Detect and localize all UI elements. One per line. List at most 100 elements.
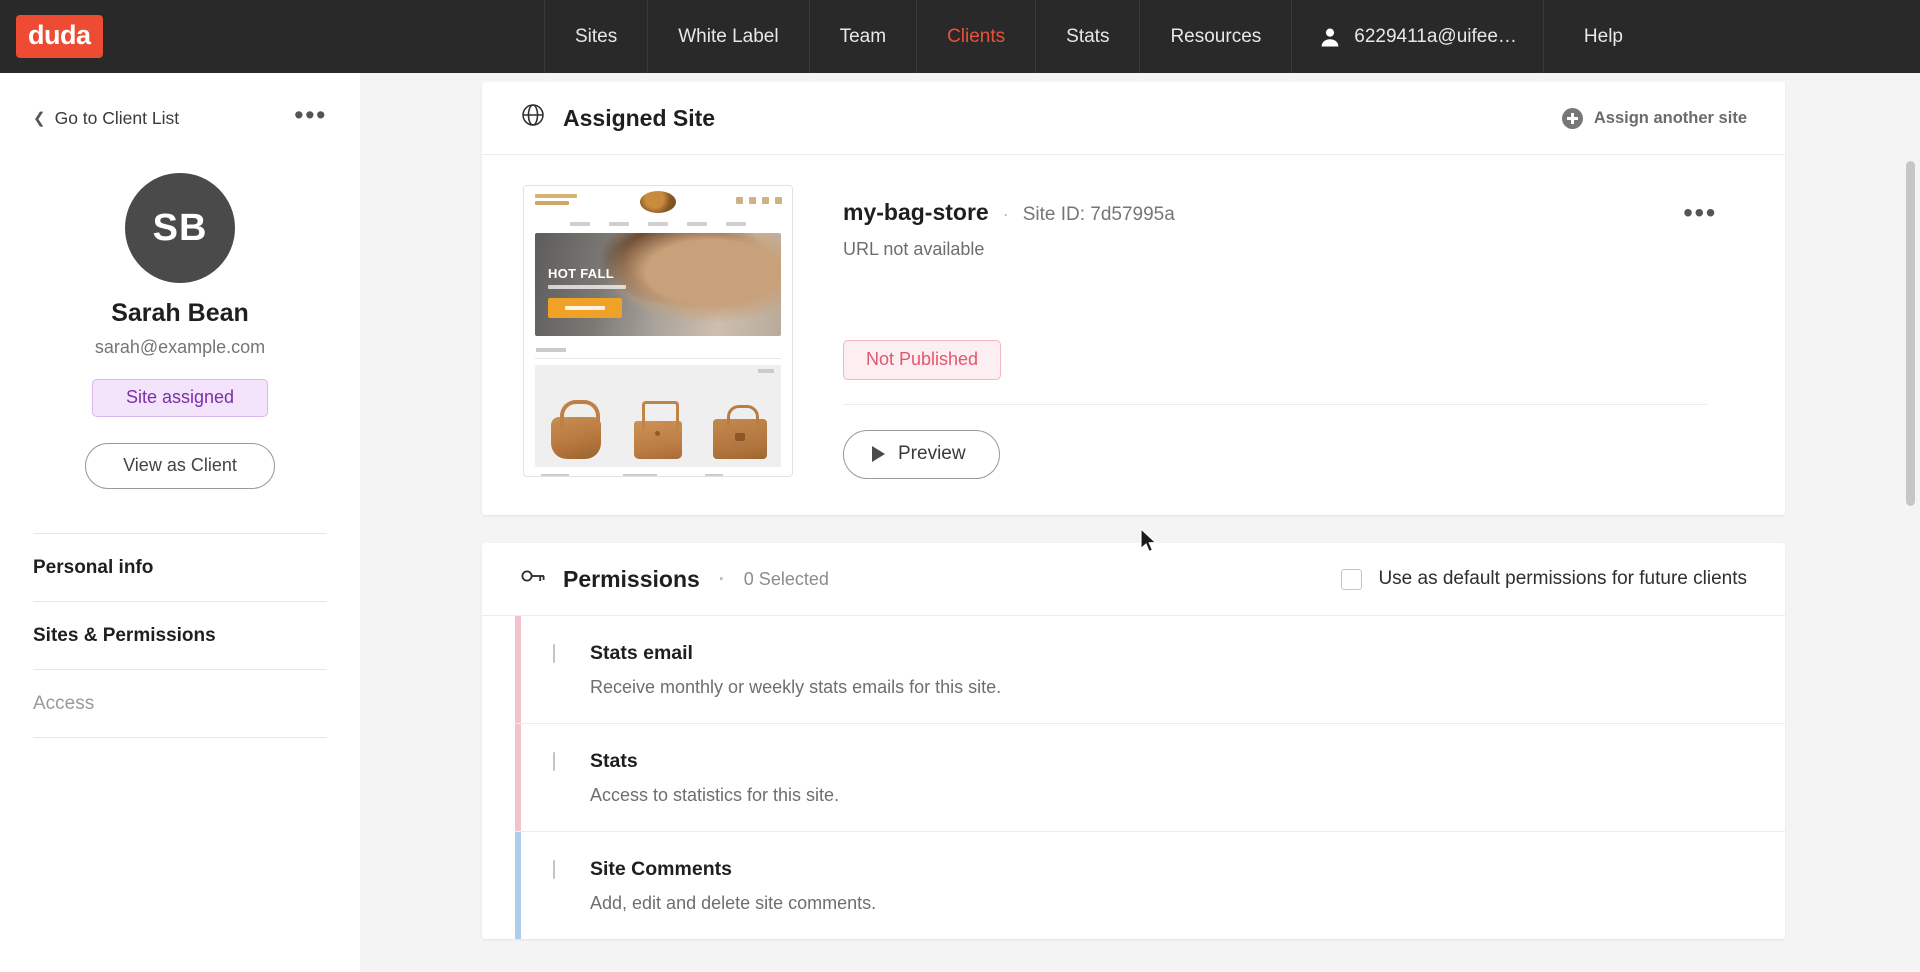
mini-caption-3 xyxy=(699,474,781,476)
publish-status-badge[interactable]: Not Published xyxy=(843,340,1002,380)
mini-product-2 xyxy=(617,377,699,459)
permission-row-stats-email[interactable]: Stats email Receive monthly or weekly st… xyxy=(515,616,1785,724)
site-id-label: Site ID: 7d57995a xyxy=(1022,204,1175,225)
permission-text: Stats email Receive monthly or weekly st… xyxy=(555,642,1001,698)
mini-product-1 xyxy=(535,377,617,459)
preview-button[interactable]: Preview xyxy=(843,430,1000,479)
plus-circle-icon xyxy=(1561,107,1583,129)
assigned-site-row: HOT FALL my-bag-store · Site ID: 7d57995… xyxy=(482,155,1785,515)
avatar-initials: SB xyxy=(152,206,208,249)
handbag-icon xyxy=(551,400,601,459)
permission-text: Stats Access to statistics for this site… xyxy=(555,750,839,806)
assign-another-site-button[interactable]: Assign another site xyxy=(1561,107,1747,129)
sidebar-item-sites-permissions[interactable]: Sites & Permissions xyxy=(33,601,327,669)
permission-title: Stats xyxy=(590,750,638,772)
site-thumbnail-preview: HOT FALL xyxy=(524,186,792,476)
site-details-divider xyxy=(843,404,1707,405)
mini-site-nav xyxy=(524,222,792,226)
key-icon xyxy=(520,565,546,593)
main-content: Assigned Site Assign another site HOT FA… xyxy=(360,73,1920,972)
page-title: Assigned Site xyxy=(563,104,716,131)
mini-hero-subtitle xyxy=(548,285,626,289)
permissions-selected-count: 0 Selected xyxy=(743,568,829,589)
sidebar-more-options-icon[interactable]: ••• xyxy=(294,102,327,129)
globe-icon xyxy=(520,102,546,134)
site-name-separator: · xyxy=(1002,204,1009,224)
go-to-client-list-link[interactable]: ❮ Go to Client List xyxy=(33,108,179,129)
assigned-site-card: Assigned Site Assign another site HOT FA… xyxy=(482,82,1785,515)
permission-description: Add, edit and delete site comments. xyxy=(590,893,877,913)
site-name: my-bag-store xyxy=(843,199,989,225)
satchel-bag-icon xyxy=(713,405,767,459)
nav-item-account[interactable]: 6229411a@uifee… xyxy=(1292,0,1544,73)
status-badge-site-assigned[interactable]: Site assigned xyxy=(92,379,268,417)
chevron-left-icon: ❮ xyxy=(33,110,46,127)
permission-row-stats[interactable]: Stats Access to statistics for this site… xyxy=(515,724,1785,832)
permissions-header: Permissions · 0 Selected Use as default … xyxy=(482,543,1785,616)
permissions-title: Permissions xyxy=(563,565,700,592)
play-icon xyxy=(872,446,885,462)
checkbox-icon[interactable] xyxy=(1341,568,1363,590)
brand-logo[interactable]: duda xyxy=(0,0,545,73)
mini-brand-emblem-icon xyxy=(640,191,676,213)
assigned-site-header-actions: Assign another site xyxy=(1561,107,1747,129)
top-navigation-bar: duda Sites White Label Team Clients Stat… xyxy=(0,0,1920,73)
row-accent-stripe xyxy=(515,724,521,831)
mini-hero-banner: HOT FALL xyxy=(535,233,781,336)
permission-title: Site Comments xyxy=(590,858,732,880)
permission-row-site-comments[interactable]: Site Comments Add, edit and delete site … xyxy=(515,832,1785,939)
permission-description: Receive monthly or weekly stats emails f… xyxy=(590,677,1002,697)
sidebar-item-access[interactable]: Access xyxy=(33,669,327,738)
mini-caption-2 xyxy=(617,474,699,476)
nav-item-stats[interactable]: Stats xyxy=(1036,0,1141,73)
duda-logo-text: duda xyxy=(16,15,103,58)
mini-site-header xyxy=(524,186,792,220)
nav-item-sites[interactable]: Sites xyxy=(545,0,649,73)
mini-logo-line-1 xyxy=(535,194,577,198)
mini-product-captions xyxy=(535,474,781,476)
nav-item-resources[interactable]: Resources xyxy=(1140,0,1293,73)
site-thumbnail[interactable]: HOT FALL xyxy=(523,185,793,477)
nav-item-clients[interactable]: Clients xyxy=(917,0,1037,73)
use-as-default-permissions-label: Use as default permissions for future cl… xyxy=(1378,568,1747,589)
permission-description: Access to statistics for this site. xyxy=(590,785,840,805)
sidebar-item-personal-info[interactable]: Personal info xyxy=(33,533,327,601)
preview-button-label: Preview xyxy=(898,443,966,464)
row-accent-stripe xyxy=(515,832,521,939)
client-sidebar: ❮ Go to Client List ••• SB Sarah Bean sa… xyxy=(0,73,360,972)
account-email-label: 6229411a@uifee… xyxy=(1354,25,1517,47)
mini-logo-line-2 xyxy=(535,201,569,205)
assigned-site-title-group: Assigned Site xyxy=(520,102,715,134)
permissions-title-separator: · xyxy=(718,568,725,589)
person-icon xyxy=(1318,25,1342,49)
mini-social-icons xyxy=(736,197,782,204)
row-accent-stripe xyxy=(515,616,521,723)
permissions-title-group: Permissions · 0 Selected xyxy=(520,565,829,593)
site-url-text: URL not available xyxy=(843,239,985,259)
go-to-client-list-label: Go to Client List xyxy=(54,108,180,128)
vertical-scrollbar-track[interactable] xyxy=(1904,73,1918,972)
nav-item-team[interactable]: Team xyxy=(810,0,918,73)
mini-divider xyxy=(535,358,781,359)
vertical-scrollbar-thumb[interactable] xyxy=(1906,161,1915,506)
use-as-default-permissions-checkbox[interactable]: Use as default permissions for future cl… xyxy=(1341,568,1747,590)
sidebar-menu: Personal info Sites & Permissions Access xyxy=(33,533,327,738)
mini-product-3 xyxy=(699,377,781,459)
nav-item-white-label[interactable]: White Label xyxy=(648,0,810,73)
tote-bag-icon xyxy=(634,401,682,459)
assign-another-site-label: Assign another site xyxy=(1593,108,1747,127)
permission-title: Stats email xyxy=(590,642,693,664)
permissions-list: Stats email Receive monthly or weekly st… xyxy=(482,616,1785,939)
client-name: Sarah Bean xyxy=(111,299,249,327)
mini-hero-title: HOT FALL xyxy=(548,266,614,281)
view-as-client-button[interactable]: View as Client xyxy=(85,443,275,489)
sidebar-header: ❮ Go to Client List ••• xyxy=(33,73,327,129)
site-name-row: my-bag-store · Site ID: 7d57995a xyxy=(843,199,1747,226)
permissions-header-actions: Use as default permissions for future cl… xyxy=(1341,568,1747,590)
permissions-card: Permissions · 0 Selected Use as default … xyxy=(482,543,1785,939)
avatar: SB xyxy=(125,173,235,283)
nav-item-help[interactable]: Help xyxy=(1544,0,1663,73)
site-row-more-options-icon[interactable]: ••• xyxy=(1683,198,1717,226)
mini-caption-1 xyxy=(535,474,617,476)
mini-hero-cta-button xyxy=(548,298,622,318)
